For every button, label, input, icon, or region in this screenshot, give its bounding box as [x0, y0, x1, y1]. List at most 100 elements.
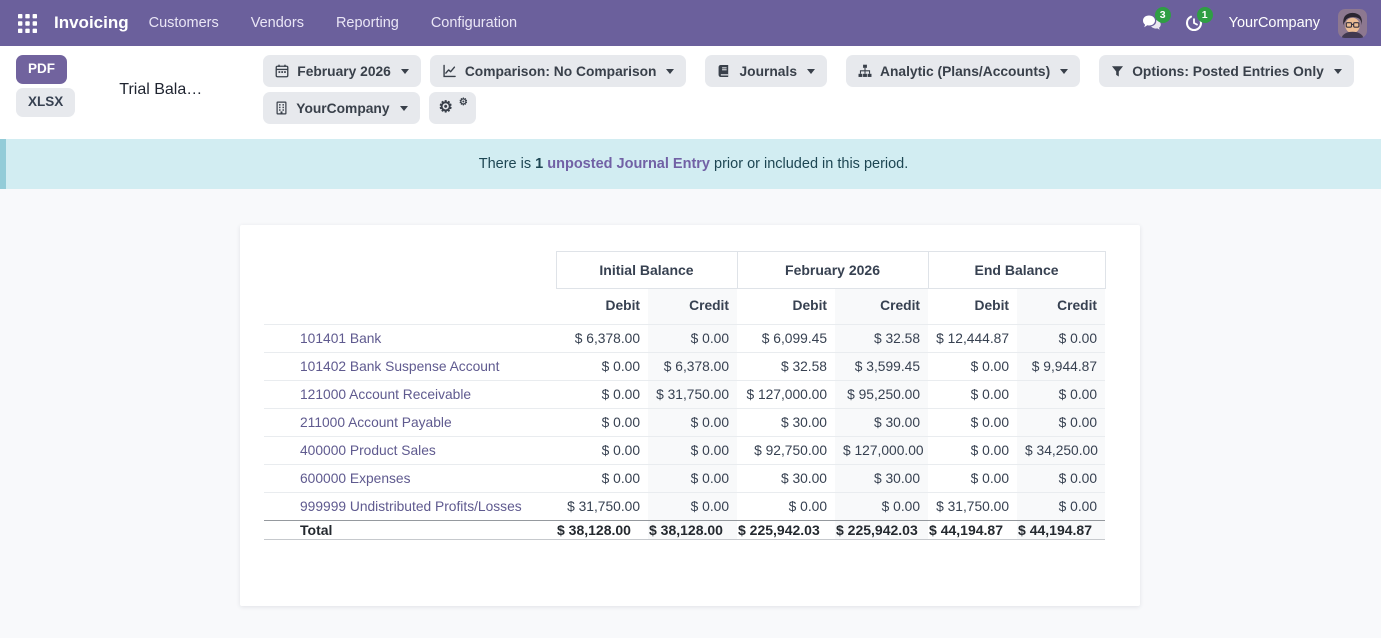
account-link[interactable]: 211000 Account Payable — [300, 415, 452, 430]
activities-button[interactable]: 1 — [1181, 10, 1207, 36]
credit-header: Credit — [1017, 289, 1105, 325]
amount-cell: $ 0.00 — [648, 493, 737, 521]
account-cell: 101402 Bank Suspense Account — [264, 353, 556, 381]
amount-cell: $ 0.00 — [928, 353, 1017, 381]
filter-row-1: February 2026 Comparison: No Comparison — [263, 55, 1354, 87]
amount-cell: $ 225,942.03 — [737, 521, 835, 540]
amount-cell: $ 0.00 — [1017, 465, 1105, 493]
amount-cell: $ 0.00 — [737, 493, 835, 521]
amount-cell: $ 127,000.00 — [835, 437, 928, 465]
table-row: 400000 Product Sales$ 0.00$ 0.00$ 92,750… — [264, 437, 1105, 465]
total-row: Total $ 38,128.00 $ 38,128.00 $ 225,942.… — [264, 521, 1105, 540]
date-filter-button[interactable]: February 2026 — [263, 55, 421, 87]
amount-cell: $ 9,944.87 — [1017, 353, 1105, 381]
amount-cell: $ 0.00 — [648, 325, 737, 353]
analytic-filter-button[interactable]: Analytic (Plans/Accounts) — [846, 55, 1080, 87]
report-settings-button[interactable]: ⚙⚙ — [429, 92, 476, 124]
account-cell: 999999 Undistributed Profits/Losses — [264, 493, 556, 521]
avatar-image — [1338, 9, 1367, 38]
amount-cell: $ 92,750.00 — [737, 437, 835, 465]
table-row: 211000 Account Payable$ 0.00$ 0.00$ 30.0… — [264, 409, 1105, 437]
user-avatar[interactable] — [1338, 9, 1367, 38]
xlsx-button[interactable]: XLSX — [16, 88, 75, 117]
credit-header: Credit — [648, 289, 737, 325]
filter-buttons: February 2026 Comparison: No Comparison — [263, 55, 1354, 124]
apps-grid-icon[interactable] — [14, 10, 40, 36]
amount-cell: $ 0.00 — [1017, 381, 1105, 409]
account-link[interactable]: 121000 Account Receivable — [300, 387, 471, 402]
account-cell: 101401 Bank — [264, 325, 556, 353]
report-area: Initial Balance February 2026 End Balanc… — [0, 189, 1381, 606]
debit-credit-header-row: Debit Credit Debit Credit Debit Credit — [264, 289, 1105, 325]
analytic-filter-label: Analytic (Plans/Accounts) — [880, 64, 1050, 79]
amount-cell: $ 31,750.00 — [648, 381, 737, 409]
amount-cell: $ 0.00 — [556, 353, 648, 381]
amount-cell: $ 6,099.45 — [737, 325, 835, 353]
company-filter-button[interactable]: YourCompany — [263, 92, 419, 124]
table-row: 999999 Undistributed Profits/Losses $ 31,… — [264, 493, 1105, 521]
amount-cell: $ 31,750.00 — [928, 493, 1017, 521]
amount-cell: $ 0.00 — [1017, 493, 1105, 521]
amount-cell: $ 0.00 — [648, 437, 737, 465]
amount-cell: $ 31,750.00 — [556, 493, 648, 521]
apps-grid-glyph — [18, 14, 37, 33]
menu-customers[interactable]: Customers — [149, 15, 219, 31]
messages-button[interactable]: 3 — [1139, 10, 1165, 36]
account-cell: 400000 Product Sales — [264, 437, 556, 465]
options-filter-button[interactable]: Options: Posted Entries Only — [1099, 55, 1354, 87]
building-icon — [275, 101, 288, 115]
amount-cell: $ 0.00 — [648, 409, 737, 437]
filter-funnel-icon — [1111, 65, 1124, 78]
menu-configuration[interactable]: Configuration — [431, 15, 517, 31]
banner-text-suffix: prior or included in this period. — [714, 156, 908, 172]
amount-cell: $ 0.00 — [835, 493, 928, 521]
navbar-systray: 3 1 YourCompany — [1139, 9, 1367, 38]
account-cell: 211000 Account Payable — [264, 409, 556, 437]
account-link[interactable]: 600000 Expenses — [300, 471, 410, 486]
options-filter-label: Options: Posted Entries Only — [1132, 64, 1324, 79]
account-link[interactable]: 999999 Undistributed Profits/Losses — [300, 499, 522, 514]
table-row: 101401 Bank$ 6,378.00$ 0.00$ 6,099.45$ 3… — [264, 325, 1105, 353]
amount-cell: $ 6,378.00 — [648, 353, 737, 381]
main-menu: Customers Vendors Reporting Configuratio… — [149, 15, 517, 31]
gears-icon-small: ⚙ — [459, 98, 466, 108]
filter-row-2: YourCompany ⚙⚙ — [263, 92, 1354, 124]
table-row: 600000 Expenses$ 0.00$ 0.00$ 30.00$ 30.0… — [264, 465, 1105, 493]
total-label: Total — [264, 521, 556, 540]
amount-cell: $ 32.58 — [737, 353, 835, 381]
account-link[interactable]: 400000 Product Sales — [300, 443, 436, 458]
pdf-button[interactable]: PDF — [16, 55, 67, 84]
app-name[interactable]: Invoicing — [54, 13, 129, 33]
unposted-entries-banner: There is 1 unposted Journal Entry prior … — [0, 139, 1381, 189]
comparison-filter-label: Comparison: No Comparison — [465, 64, 657, 79]
amount-cell: $ 12,444.87 — [928, 325, 1017, 353]
amount-cell: $ 225,942.03 — [835, 521, 928, 540]
banner-text-prefix: There is — [479, 156, 531, 172]
account-link[interactable]: 101401 Bank — [300, 331, 381, 346]
control-panel: PDF XLSX Trial Bala… February 2026 — [0, 46, 1381, 139]
amount-cell: $ 34,250.00 — [1017, 437, 1105, 465]
messages-badge: 3 — [1155, 7, 1171, 23]
amount-cell: $ 38,128.00 — [556, 521, 648, 540]
menu-reporting[interactable]: Reporting — [336, 15, 399, 31]
amount-cell: $ 0.00 — [928, 465, 1017, 493]
debit-header: Debit — [737, 289, 835, 325]
amount-cell: $ 0.00 — [556, 381, 648, 409]
amount-cell: $ 30.00 — [835, 409, 928, 437]
initial-balance-group-header: Initial Balance — [556, 252, 737, 289]
line-chart-icon — [442, 64, 457, 78]
menu-vendors[interactable]: Vendors — [251, 15, 304, 31]
company-switcher[interactable]: YourCompany — [1229, 15, 1320, 31]
debit-header: Debit — [556, 289, 648, 325]
account-link[interactable]: 101402 Bank Suspense Account — [300, 359, 499, 374]
column-group-header-row: Initial Balance February 2026 End Balanc… — [264, 252, 1105, 289]
debit-header: Debit — [928, 289, 1017, 325]
amount-cell: $ 0.00 — [556, 437, 648, 465]
comparison-filter-button[interactable]: Comparison: No Comparison — [430, 55, 687, 87]
unposted-journal-entry-link[interactable]: unposted Journal Entry — [547, 156, 710, 172]
journal-book-icon — [717, 64, 731, 78]
journals-filter-button[interactable]: Journals — [705, 55, 827, 87]
chevron-down-icon — [666, 69, 674, 74]
amount-cell: $ 30.00 — [737, 409, 835, 437]
amount-cell: $ 127,000.00 — [737, 381, 835, 409]
